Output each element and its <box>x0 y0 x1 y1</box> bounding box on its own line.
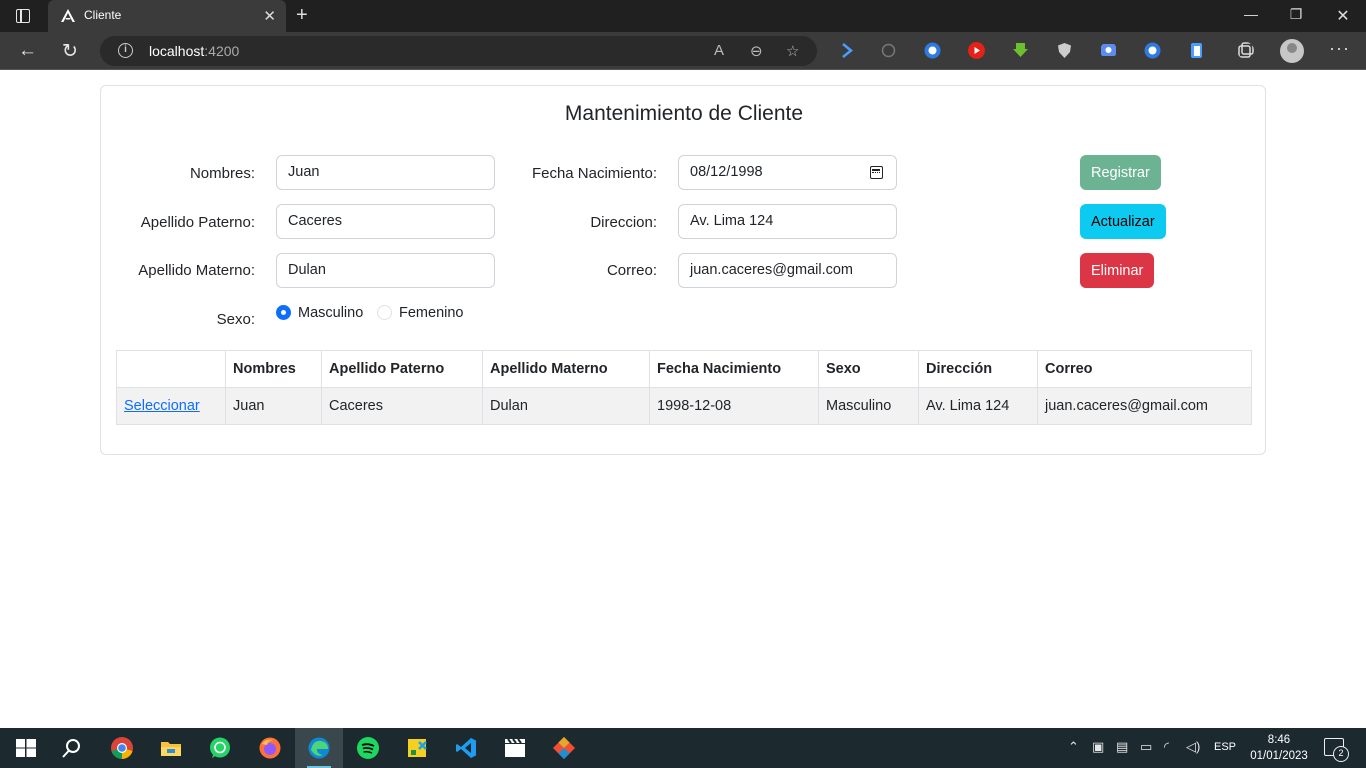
extension-shield-icon[interactable] <box>1056 42 1073 59</box>
table-cell-apellido-paterno: Caceres <box>321 387 483 425</box>
table-cell-correo: juan.caceres@gmail.com <box>1037 387 1252 425</box>
language-indicator[interactable]: ESP <box>1214 741 1236 753</box>
extension-download-icon[interactable] <box>1012 42 1029 59</box>
registrar-button[interactable]: Registrar <box>1080 155 1161 190</box>
clock-time: 8:46 <box>1267 734 1291 746</box>
extension-blue-icon[interactable] <box>924 42 941 59</box>
column-header-correo: Correo <box>1037 350 1252 388</box>
eliminar-button[interactable]: Eliminar <box>1080 253 1155 288</box>
fecha-nacimiento-value: 08/12/1998 <box>690 164 763 180</box>
correo-label: Correo: <box>606 262 657 279</box>
clapper-icon[interactable] <box>503 736 527 760</box>
sexo-masculino-label[interactable]: Masculino <box>298 305 363 321</box>
read-aloud-icon[interactable]: A <box>714 42 724 59</box>
battery-icon[interactable]: ▭ <box>1140 739 1152 755</box>
browser-tab[interactable]: Cliente ✕ <box>48 0 286 32</box>
sexo-femenino-label[interactable]: Femenino <box>399 305 463 321</box>
apellido-materno-label: Apellido Materno: <box>138 262 255 279</box>
address-bar[interactable]: i localhost:4200 A ⊖ ☆ <box>100 36 817 66</box>
browser-titlebar: Cliente ✕ + — ❐ ✕ <box>0 0 1366 32</box>
apellido-paterno-input[interactable]: Caceres <box>276 204 495 239</box>
clock[interactable]: 8:46 01/01/2023 <box>1248 732 1310 764</box>
git-icon[interactable] <box>552 736 576 760</box>
spotify-icon[interactable] <box>356 736 380 760</box>
windows-taskbar: ⌃ ▣ ▤ ▭ ◜ ◁) ESP 8:46 01/01/2023 2 <box>0 728 1366 768</box>
client-form-card: Mantenimiento de Cliente Nombres: Juan A… <box>100 85 1266 455</box>
correo-input[interactable]: juan.caceres@gmail.com <box>678 253 897 288</box>
vscode-icon[interactable] <box>454 736 478 760</box>
collections-icon[interactable] <box>1237 42 1254 59</box>
table-cell-apellido-materno: Dulan <box>482 387 650 425</box>
column-header-apellido-materno: Apellido Materno <box>482 350 650 388</box>
page-title: Mantenimiento de Cliente <box>564 102 804 125</box>
table-cell-nombres: Juan <box>225 387 322 425</box>
start-icon[interactable] <box>14 736 38 760</box>
column-header-direccion: Dirección <box>918 350 1038 388</box>
extension-arrow-icon[interactable] <box>838 42 855 59</box>
column-header-action <box>116 350 226 388</box>
tab-actions-icon[interactable] <box>16 8 30 23</box>
extension-docs-icon[interactable] <box>1188 42 1205 59</box>
search-icon[interactable] <box>60 736 84 760</box>
calendar-icon[interactable] <box>870 166 883 179</box>
tab-title: Cliente <box>84 8 122 22</box>
seleccionar-link[interactable]: Seleccionar <box>124 398 200 414</box>
table-cell-direccion: Av. Lima 124 <box>918 387 1038 425</box>
column-header-sexo: Sexo <box>818 350 919 388</box>
table-cell-action: Seleccionar <box>116 387 226 425</box>
wifi-icon[interactable]: ◜ <box>1164 739 1169 755</box>
nombres-input[interactable]: Juan <box>276 155 495 190</box>
tray-chevron-icon[interactable]: ⌃ <box>1068 739 1079 755</box>
apellido-materno-input[interactable]: Dulan <box>276 253 495 288</box>
fecha-nacimiento-label: Fecha Nacimiento: <box>531 165 657 182</box>
chrome-icon[interactable] <box>110 736 134 760</box>
favorites-icon[interactable]: ☆ <box>786 42 799 60</box>
extension-sync-icon[interactable] <box>880 42 897 59</box>
column-header-apellido-paterno: Apellido Paterno <box>321 350 483 388</box>
nombres-label: Nombres: <box>189 165 255 182</box>
minimize-icon[interactable]: — <box>1241 6 1261 22</box>
apellido-paterno-label: Apellido Paterno: <box>140 214 255 231</box>
table-header-row: Nombres Apellido Paterno Apellido Matern… <box>116 350 1252 388</box>
close-window-icon[interactable]: ✕ <box>1333 6 1353 26</box>
clients-table: Nombres Apellido Paterno Apellido Matern… <box>116 350 1252 425</box>
firefox-icon[interactable] <box>258 736 282 760</box>
new-tab-icon[interactable]: + <box>296 4 308 27</box>
table-row: Seleccionar Juan Caceres Dulan 1998-12-0… <box>116 387 1252 425</box>
profile-avatar[interactable] <box>1280 39 1304 63</box>
sexo-masculino-radio[interactable] <box>276 305 291 320</box>
extension-blue2-icon[interactable] <box>1144 42 1161 59</box>
restore-icon[interactable]: ❐ <box>1286 6 1306 23</box>
direccion-input[interactable]: Av. Lima 124 <box>678 204 897 239</box>
more-options-icon[interactable]: ··· <box>1329 38 1350 59</box>
fecha-nacimiento-input[interactable]: 08/12/1998 <box>678 155 897 190</box>
display-icon[interactable]: ▤ <box>1116 739 1128 755</box>
actualizar-button[interactable]: Actualizar <box>1080 204 1166 239</box>
url-text[interactable]: localhost:4200 <box>149 43 239 59</box>
browser-toolbar: ← ↻ i localhost:4200 A ⊖ ☆ ··· <box>0 32 1366 70</box>
back-icon[interactable]: ← <box>18 40 37 62</box>
notification-count-badge: 2 <box>1333 746 1349 762</box>
angular-icon <box>61 9 75 22</box>
column-header-fecha-nacimiento: Fecha Nacimiento <box>649 350 819 388</box>
direccion-label: Direccion: <box>590 214 657 231</box>
sexo-femenino-radio[interactable] <box>377 305 392 320</box>
volume-icon[interactable]: ◁) <box>1186 739 1200 755</box>
site-info-icon[interactable]: i <box>118 43 133 58</box>
sexo-label: Sexo: <box>216 311 255 328</box>
sticky-app-icon[interactable] <box>405 736 429 760</box>
table-cell-sexo: Masculino <box>818 387 919 425</box>
extension-youtube-icon[interactable] <box>968 42 985 59</box>
zoom-icon[interactable]: ⊖ <box>750 42 763 60</box>
file-explorer-icon[interactable] <box>159 736 183 760</box>
meet-now-icon[interactable]: ▣ <box>1092 739 1104 755</box>
tab-close-icon[interactable]: ✕ <box>263 7 276 25</box>
table-cell-fecha-nacimiento: 1998-12-08 <box>649 387 819 425</box>
whatsapp-icon[interactable] <box>208 736 232 760</box>
extension-screen-icon[interactable] <box>1100 42 1117 59</box>
column-header-nombres: Nombres <box>225 350 322 388</box>
clock-date: 01/01/2023 <box>1250 750 1308 762</box>
edge-icon[interactable] <box>307 736 331 760</box>
refresh-icon[interactable]: ↻ <box>62 40 78 63</box>
